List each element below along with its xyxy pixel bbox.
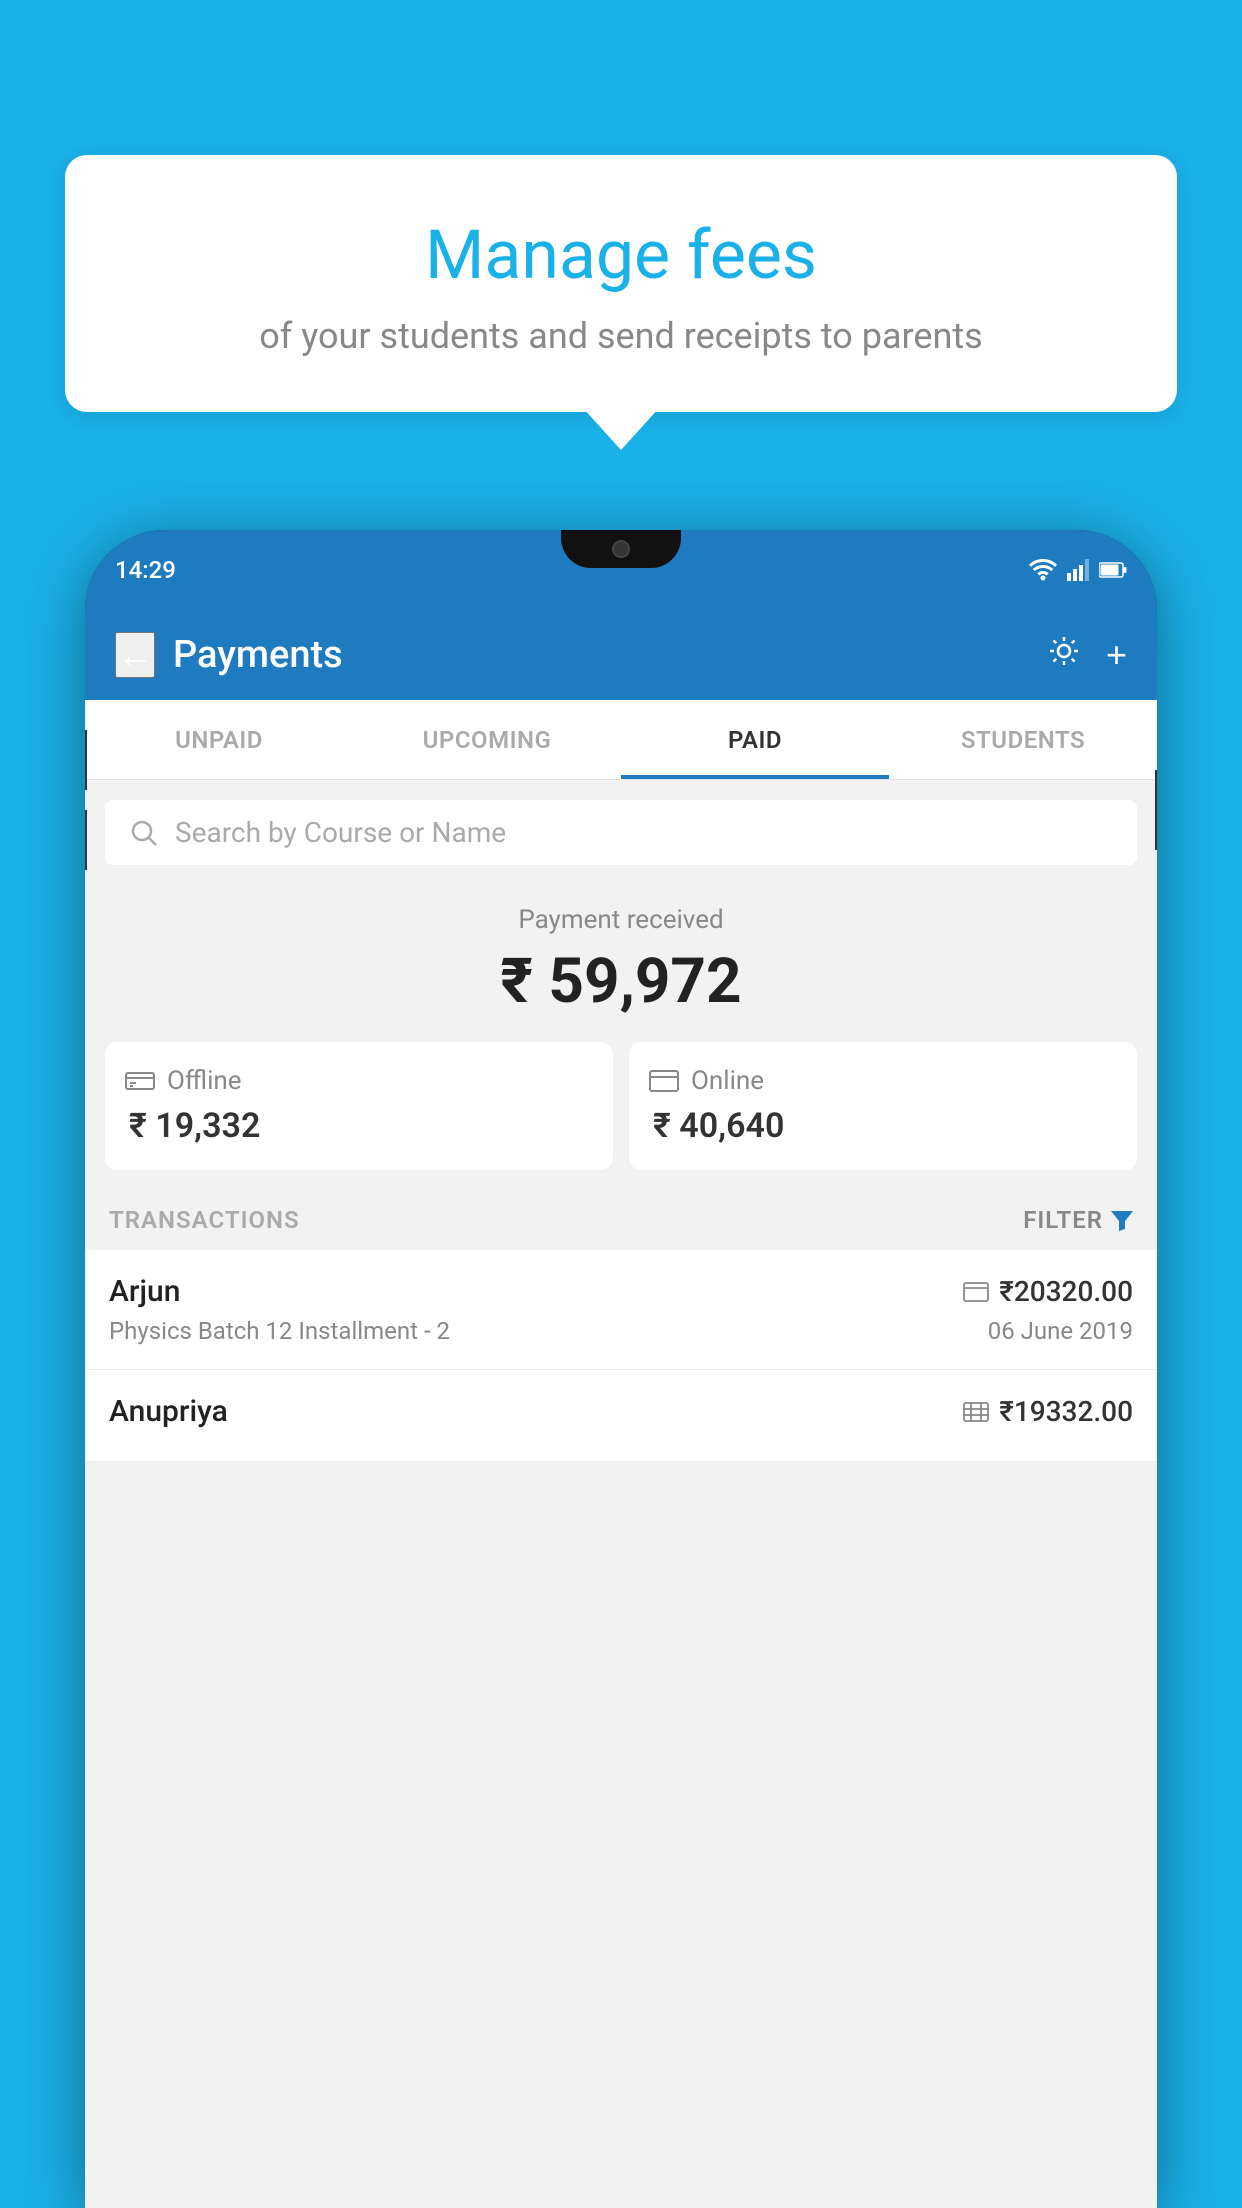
camera	[612, 540, 630, 558]
header-right: +	[1046, 633, 1127, 678]
transaction-row-anupriya[interactable]: Anupriya ₹19332.00	[85, 1370, 1157, 1462]
settings-button[interactable]	[1046, 633, 1082, 678]
offline-card-header: Offline	[125, 1066, 593, 1096]
payment-cards: Offline ₹ 19,332 Online ₹ 40,640	[85, 1042, 1157, 1190]
search-input[interactable]: Search by Course or Name	[175, 816, 506, 849]
card-pay-icon	[963, 1282, 989, 1302]
status-bar: 14:29	[85, 530, 1157, 610]
payment-amount: ₹ 59,972	[85, 945, 1157, 1018]
transactions-header: TRANSACTIONS FILTER	[85, 1190, 1157, 1250]
student-name-2: Anupriya	[109, 1394, 228, 1429]
power-button[interactable]	[1155, 770, 1157, 850]
filter-button[interactable]: FILTER	[1023, 1206, 1133, 1234]
payment-summary: Payment received ₹ 59,972	[85, 885, 1157, 1042]
online-icon	[649, 1070, 679, 1092]
filter-icon	[1111, 1209, 1133, 1231]
offline-icon	[125, 1068, 155, 1094]
tab-students[interactable]: STUDENTS	[889, 700, 1157, 779]
cash-pay-icon	[963, 1402, 989, 1422]
battery-icon	[1099, 562, 1127, 578]
app-content: Search by Course or Name Payment receive…	[85, 780, 1157, 2208]
tabs-bar: UNPAID UPCOMING PAID STUDENTS	[85, 700, 1157, 780]
tab-unpaid[interactable]: UNPAID	[85, 700, 353, 779]
header-title: Payments	[173, 633, 343, 677]
student-name: Arjun	[109, 1274, 180, 1309]
online-label: Online	[691, 1066, 764, 1096]
course-name: Physics Batch 12 Installment - 2	[109, 1317, 450, 1345]
back-button[interactable]: ←	[115, 632, 155, 678]
tx-date: 06 June 2019	[988, 1317, 1133, 1345]
add-button[interactable]: +	[1106, 634, 1127, 676]
app-header: ← Payments +	[85, 610, 1157, 700]
filter-label: FILTER	[1023, 1206, 1103, 1234]
volume-down-button[interactable]	[85, 810, 87, 870]
bubble-title: Manage fees	[115, 215, 1127, 297]
wifi-icon	[1029, 559, 1057, 581]
search-icon	[129, 818, 159, 848]
online-amount: ₹ 40,640	[649, 1106, 1117, 1146]
offline-amount: ₹ 19,332	[125, 1106, 593, 1146]
tab-paid[interactable]: PAID	[621, 700, 889, 779]
speech-bubble: Manage fees of your students and send re…	[65, 155, 1177, 412]
notch	[561, 530, 681, 568]
tab-upcoming[interactable]: UPCOMING	[353, 700, 621, 779]
tx-amount: ₹20320.00	[999, 1275, 1133, 1308]
amount-row: ₹20320.00	[963, 1275, 1133, 1308]
signal-icon	[1067, 559, 1089, 581]
bubble-subtitle: of your students and send receipts to pa…	[115, 315, 1127, 357]
offline-label: Offline	[167, 1066, 242, 1096]
online-card: Online ₹ 40,640	[629, 1042, 1137, 1170]
transactions-label: TRANSACTIONS	[109, 1206, 300, 1234]
status-icons	[1029, 559, 1127, 581]
header-left: ← Payments	[115, 632, 343, 678]
payment-label: Payment received	[85, 905, 1157, 935]
transaction-bottom: Physics Batch 12 Installment - 2 06 June…	[109, 1317, 1133, 1345]
tx-amount-2: ₹19332.00	[999, 1395, 1133, 1428]
gear-icon	[1046, 633, 1082, 669]
status-time: 14:29	[115, 556, 176, 584]
transaction-top: Arjun ₹20320.00	[109, 1274, 1133, 1309]
online-card-header: Online	[649, 1066, 1117, 1096]
transaction-top-2: Anupriya ₹19332.00	[109, 1394, 1133, 1429]
amount-row-2: ₹19332.00	[963, 1395, 1133, 1428]
offline-card: Offline ₹ 19,332	[105, 1042, 613, 1170]
transaction-row-arjun[interactable]: Arjun ₹20320.00 Physics Batch 12 Install…	[85, 1250, 1157, 1370]
phone-frame: 14:29	[85, 530, 1157, 2208]
search-bar[interactable]: Search by Course or Name	[105, 800, 1137, 865]
